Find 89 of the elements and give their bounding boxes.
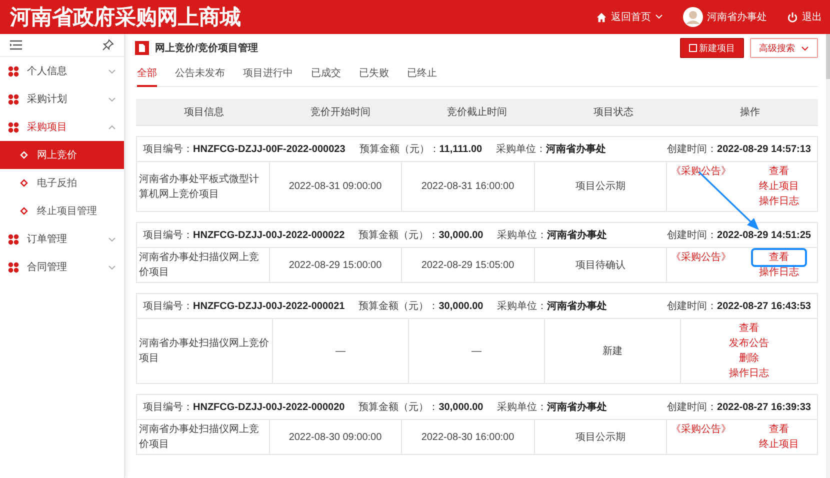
project-number: 项目编号：HNZFCG-DZJJ-00J-2022-000021 <box>143 300 345 313</box>
purchasing-unit: 采购单位：河南省办事处 <box>497 300 608 313</box>
new-project-button[interactable]: 新建项目 <box>680 38 744 58</box>
clover-icon <box>8 234 19 244</box>
status-tab[interactable]: 已失败 <box>359 64 389 85</box>
caret-icon <box>655 14 663 20</box>
end-time: 2022-08-31 16:00:00 <box>421 180 514 194</box>
advanced-search-button[interactable]: 高级搜索 <box>750 38 818 58</box>
project-number: 项目编号：HNZFCG-DZJJ-00J-2022-000020 <box>143 400 345 414</box>
sidebar-subitem[interactable]: 网上竞价 <box>0 141 124 169</box>
status-tab[interactable]: 已成交 <box>311 64 341 85</box>
status-tab[interactable]: 公告未发布 <box>175 64 225 85</box>
project-name: 河南省办事处扫描仪网上竞价项目 <box>139 250 260 280</box>
clover-icon <box>8 66 19 76</box>
project-number: 项目编号：HNZFCG-DZJJ-00J-2022-000022 <box>143 228 345 242</box>
budget-amount: 预算金额（元）：11,111.00 <box>359 142 482 156</box>
created-time: 创建时间：2022-08-27 16:43:53 <box>667 300 811 313</box>
diamond-icon <box>20 179 28 187</box>
column-header: 项目状态 <box>592 106 634 119</box>
end-time: — <box>472 344 482 358</box>
project-name: 河南省办事处扫描仪网上竞价项目 <box>139 336 270 366</box>
created-time: 创建时间：2022-08-29 14:51:25 <box>667 228 811 242</box>
status-tab[interactable]: 全部 <box>137 64 157 87</box>
project-status: 新建 <box>602 344 622 358</box>
end-time: 2022-08-29 15:05:00 <box>421 258 514 272</box>
project-status: 项目待确认 <box>575 258 626 272</box>
start-time: 2022-08-29 15:00:00 <box>288 258 382 272</box>
purchasing-unit: 采购单位：河南省办事处 <box>497 228 608 242</box>
page-title: 网上竞价/竞价项目管理 <box>155 41 258 55</box>
project-name: 河南省办事处扫描仪网上竞价项目 <box>139 422 260 452</box>
start-time: 2022-08-31 09:00:00 <box>288 180 382 194</box>
sidebar-item[interactable]: 个人信息 <box>0 57 124 85</box>
budget-amount: 预算金额（元）：30,000.00 <box>358 400 484 414</box>
action-link[interactable]: 查看 <box>753 250 805 265</box>
created-time: 创建时间：2022-08-29 14:57:13 <box>667 142 811 156</box>
sidebar-item[interactable]: 采购计划 <box>0 85 124 113</box>
power-icon <box>787 12 798 22</box>
project-status: 项目公示期 <box>575 180 626 194</box>
sidebar-item[interactable]: 订单管理 <box>0 225 124 253</box>
action-link[interactable]: 查看 <box>725 321 773 336</box>
action-link[interactable]: 终止项目 <box>745 179 813 194</box>
column-header: 操作 <box>738 106 761 119</box>
action-link[interactable]: 操作日志 <box>745 265 813 280</box>
diamond-icon <box>20 151 28 159</box>
project-name: 河南省办事处平板式微型计算机网上竞价项目 <box>139 172 260 202</box>
avatar-icon <box>683 7 703 27</box>
purchasing-unit: 采购单位：河南省办事处 <box>496 142 606 156</box>
sidebar-subitem[interactable]: 终止项目管理 <box>0 197 124 225</box>
clover-icon <box>8 122 19 132</box>
site-title: 河南省政府采购网上商城 <box>10 4 241 31</box>
logout-link[interactable]: 退出 <box>787 10 822 24</box>
action-link[interactable]: 操作日志 <box>745 194 813 209</box>
created-time: 创建时间：2022-08-27 16:39:33 <box>667 400 811 414</box>
notice-link[interactable]: 《采购公告》 <box>671 422 731 437</box>
caret-icon <box>801 46 809 50</box>
end-time: 2022-08-30 16:00:00 <box>421 430 514 444</box>
sidebar-item[interactable]: 采购项目 <box>0 113 124 141</box>
purchasing-unit: 采购单位：河南省办事处 <box>497 400 608 414</box>
home-icon <box>596 12 607 22</box>
clover-icon <box>8 94 19 104</box>
pin-icon[interactable] <box>102 39 114 51</box>
budget-amount: 预算金额（元）：30,000.00 <box>358 228 484 242</box>
menu-icon[interactable] <box>10 40 22 50</box>
sidebar-subitem[interactable]: 电子反拍 <box>0 169 124 197</box>
sidebar-item[interactable]: 合同管理 <box>0 253 124 281</box>
action-link[interactable]: 查看 <box>755 164 803 179</box>
user-menu[interactable]: 河南省办事处 <box>683 7 767 27</box>
action-link[interactable]: 查看 <box>755 422 803 437</box>
start-time: — <box>336 344 346 358</box>
action-link[interactable]: 删除 <box>725 351 773 366</box>
action-link[interactable]: 操作日志 <box>715 366 783 381</box>
budget-amount: 预算金额（元）：30,000.00 <box>358 300 484 313</box>
home-link[interactable]: 返回首页 <box>596 10 663 24</box>
clover-icon <box>8 262 19 272</box>
column-header: 竞价开始时间 <box>310 106 372 119</box>
diamond-icon <box>20 207 28 215</box>
action-link[interactable]: 终止项目 <box>745 437 813 452</box>
square-icon <box>689 44 697 52</box>
column-header: 项目信息 <box>183 106 226 119</box>
action-link[interactable]: 发布公告 <box>715 336 783 351</box>
notice-link[interactable]: 《采购公告》 <box>671 164 731 179</box>
status-tab[interactable]: 项目进行中 <box>243 64 293 85</box>
project-status: 项目公示期 <box>575 430 626 444</box>
notice-link[interactable]: 《采购公告》 <box>671 250 731 265</box>
start-time: 2022-08-30 09:00:00 <box>288 430 382 444</box>
column-header: 竞价截止时间 <box>446 106 508 119</box>
project-number: 项目编号：HNZFCG-DZJJ-00F-2022-000023 <box>143 142 346 156</box>
document-icon <box>135 41 149 55</box>
status-tab[interactable]: 已终止 <box>407 64 437 85</box>
